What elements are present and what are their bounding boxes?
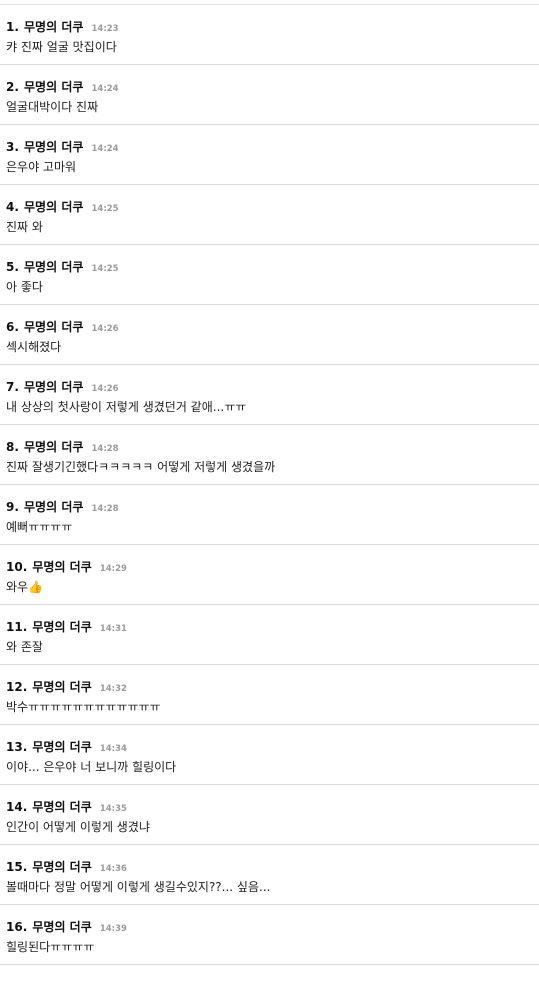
comment-text: 예뻐ㅠㅠㅠㅠ: [6, 520, 73, 534]
comment-item: 8. 무명의 더쿠 14:28 진짜 잘생기긴했다ㅋㅋㅋㅋㅋ 어떻게 저렇게 생…: [0, 425, 539, 485]
comment-author[interactable]: 무명의 더쿠: [24, 20, 83, 34]
comment-author[interactable]: 무명의 더쿠: [24, 140, 83, 154]
comment-item: 15. 무명의 더쿠 14:36 볼때마다 정말 어떻게 이렇게 생길수있지??…: [0, 845, 539, 905]
comment-meta: 2. 무명의 더쿠 14:24: [6, 77, 539, 95]
comment-time: 14:24: [91, 144, 119, 154]
comment-author[interactable]: 무명의 더쿠: [24, 440, 83, 454]
comment-item: 4. 무명의 더쿠 14:25 진짜 와: [0, 185, 539, 245]
comment-meta: 10. 무명의 더쿠 14:29: [6, 557, 539, 575]
comment-text: 은우야 고마워: [6, 160, 77, 174]
comment-item: 5. 무명의 더쿠 14:25 아 좋다: [0, 245, 539, 305]
comment-text: 진짜 잘생기긴했다ㅋㅋㅋㅋㅋ 어떻게 저렇게 생겼을까: [6, 460, 276, 474]
comment-time: 14:39: [99, 924, 127, 934]
comment-author[interactable]: 무명의 더쿠: [32, 800, 91, 814]
comment-time: 14:25: [91, 264, 119, 274]
comment-meta: 12. 무명의 더쿠 14:32: [6, 677, 539, 695]
comment-list: 1. 무명의 더쿠 14:23 캬 진짜 얼굴 맛집이다 2. 무명의 더쿠 1…: [0, 5, 539, 965]
comment-meta: 5. 무명의 더쿠 14:25: [6, 257, 539, 275]
comment-author[interactable]: 무명의 더쿠: [24, 260, 83, 274]
comment-number: 4.: [6, 200, 19, 214]
comment-author[interactable]: 무명의 더쿠: [32, 620, 91, 634]
comment-text: 인간이 어떻게 이렇게 생겼냐: [6, 820, 150, 834]
comment-item: 1. 무명의 더쿠 14:23 캬 진짜 얼굴 맛집이다: [0, 5, 539, 65]
comment-text: 힐링된다ㅠㅠㅠㅠ: [6, 940, 95, 954]
comment-number: 3.: [6, 140, 19, 154]
comment-author[interactable]: 무명의 더쿠: [32, 920, 91, 934]
comment-time: 14:32: [99, 684, 127, 694]
comment-text: 얼굴대박이다 진짜: [6, 100, 99, 114]
comment-item: 2. 무명의 더쿠 14:24 얼굴대박이다 진짜: [0, 65, 539, 125]
comment-number: 13.: [6, 740, 28, 754]
comment-number: 2.: [6, 80, 19, 94]
comment-text: 진짜 와: [6, 220, 43, 234]
comment-time: 14:34: [99, 744, 127, 754]
comment-meta: 1. 무명의 더쿠 14:23: [6, 17, 539, 35]
comment-author[interactable]: 무명의 더쿠: [24, 80, 83, 94]
comment-time: 14:26: [91, 384, 119, 394]
comment-meta: 4. 무명의 더쿠 14:25: [6, 197, 539, 215]
comment-item: 6. 무명의 더쿠 14:26 섹시해졌다: [0, 305, 539, 365]
comment-number: 16.: [6, 920, 28, 934]
comment-meta: 14. 무명의 더쿠 14:35: [6, 797, 539, 815]
comment-time: 14:23: [91, 24, 119, 34]
comment-number: 11.: [6, 620, 28, 634]
comment-time: 14:28: [91, 504, 119, 514]
comment-text: 와 존잘: [6, 640, 43, 654]
comment-meta: 6. 무명의 더쿠 14:26: [6, 317, 539, 335]
comment-number: 1.: [6, 20, 19, 34]
comment-item: 7. 무명의 더쿠 14:26 내 상상의 첫사랑이 저렇게 생겼던거 같애..…: [0, 365, 539, 425]
comment-number: 5.: [6, 260, 19, 274]
comment-number: 6.: [6, 320, 19, 334]
comment-meta: 15. 무명의 더쿠 14:36: [6, 857, 539, 875]
comment-item: 12. 무명의 더쿠 14:32 박수ㅠㅠㅠㅠㅠㅠㅠㅠㅠㅠㅠㅠ: [0, 665, 539, 725]
comment-text: 아 좋다: [6, 280, 43, 294]
comment-text: 내 상상의 첫사랑이 저렇게 생겼던거 같애...ㅠㅠ: [6, 400, 247, 414]
comment-meta: 3. 무명의 더쿠 14:24: [6, 137, 539, 155]
comment-time: 14:31: [99, 624, 127, 634]
comment-text: 볼때마다 정말 어떻게 이렇게 생길수있지??... 싶음...: [6, 880, 271, 894]
comment-meta: 7. 무명의 더쿠 14:26: [6, 377, 539, 395]
comment-time: 14:28: [91, 444, 119, 454]
comment-meta: 11. 무명의 더쿠 14:31: [6, 617, 539, 635]
comment-author[interactable]: 무명의 더쿠: [24, 380, 83, 394]
comment-number: 15.: [6, 860, 28, 874]
comment-time: 14:36: [99, 864, 127, 874]
comment-meta: 8. 무명의 더쿠 14:28: [6, 437, 539, 455]
comment-text: 박수ㅠㅠㅠㅠㅠㅠㅠㅠㅠㅠㅠㅠ: [6, 700, 161, 714]
comment-item: 13. 무명의 더쿠 14:34 이야... 은우야 너 보니까 힐링이다: [0, 725, 539, 785]
comment-item: 9. 무명의 더쿠 14:28 예뻐ㅠㅠㅠㅠ: [0, 485, 539, 545]
comment-item: 11. 무명의 더쿠 14:31 와 존잘: [0, 605, 539, 665]
comment-number: 7.: [6, 380, 19, 394]
comment-number: 12.: [6, 680, 28, 694]
comment-time: 14:35: [99, 804, 127, 814]
comment-time: 14:26: [91, 324, 119, 334]
comment-text: 캬 진짜 얼굴 맛집이다: [6, 40, 117, 54]
comment-text: 이야... 은우야 너 보니까 힐링이다: [6, 760, 177, 774]
comment-number: 8.: [6, 440, 19, 454]
comment-item: 14. 무명의 더쿠 14:35 인간이 어떻게 이렇게 생겼냐: [0, 785, 539, 845]
comment-text: 섹시해졌다: [6, 340, 62, 354]
comment-number: 9.: [6, 500, 19, 514]
comment-author[interactable]: 무명의 더쿠: [32, 680, 91, 694]
comment-author[interactable]: 무명의 더쿠: [24, 500, 83, 514]
comment-author[interactable]: 무명의 더쿠: [24, 200, 83, 214]
comment-author[interactable]: 무명의 더쿠: [32, 560, 91, 574]
comment-number: 10.: [6, 560, 28, 574]
comment-item: 3. 무명의 더쿠 14:24 은우야 고마워: [0, 125, 539, 185]
comment-time: 14:29: [99, 564, 127, 574]
comment-author[interactable]: 무명의 더쿠: [32, 740, 91, 754]
comment-author[interactable]: 무명의 더쿠: [32, 860, 91, 874]
comment-time: 14:24: [91, 84, 119, 94]
comment-time: 14:25: [91, 204, 119, 214]
comment-item: 16. 무명의 더쿠 14:39 힐링된다ㅠㅠㅠㅠ: [0, 905, 539, 965]
comment-number: 14.: [6, 800, 28, 814]
comment-meta: 16. 무명의 더쿠 14:39: [6, 917, 539, 935]
comment-meta: 13. 무명의 더쿠 14:34: [6, 737, 539, 755]
comment-text: 와우👍: [6, 580, 44, 594]
comment-item: 10. 무명의 더쿠 14:29 와우👍: [0, 545, 539, 605]
comment-meta: 9. 무명의 더쿠 14:28: [6, 497, 539, 515]
comment-author[interactable]: 무명의 더쿠: [24, 320, 83, 334]
